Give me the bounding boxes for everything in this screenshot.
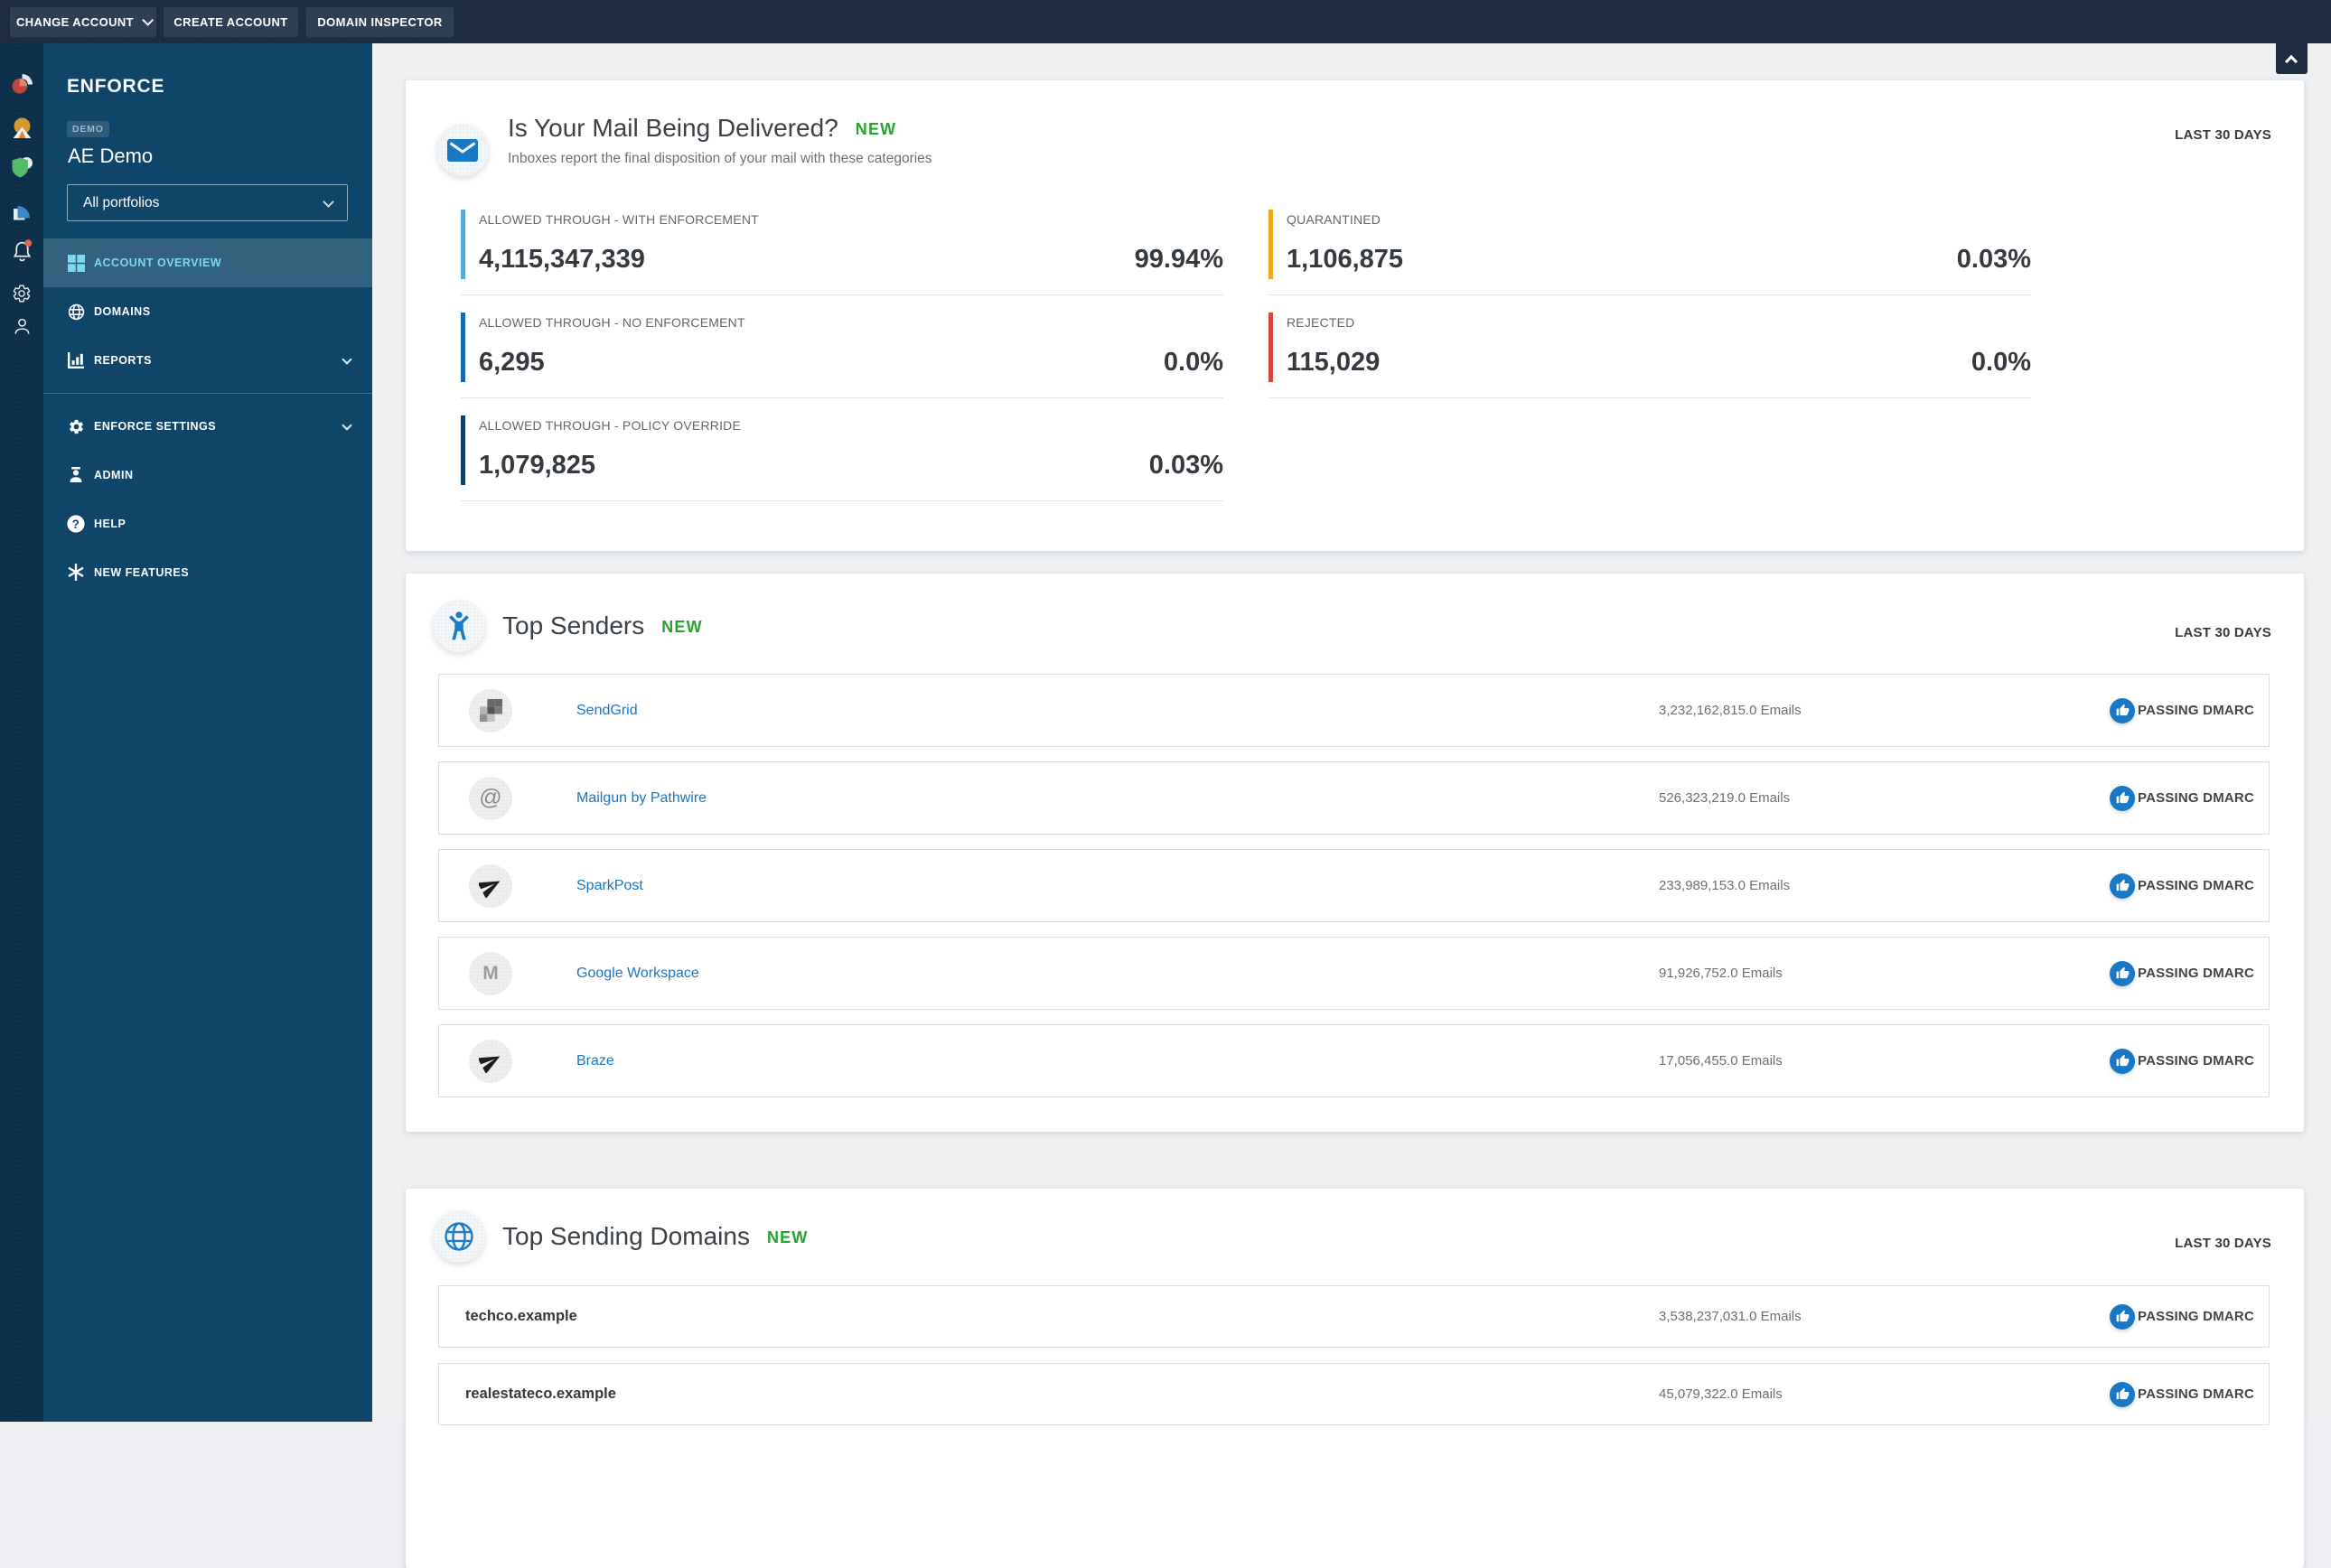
svg-text:?: ? [72,518,80,531]
